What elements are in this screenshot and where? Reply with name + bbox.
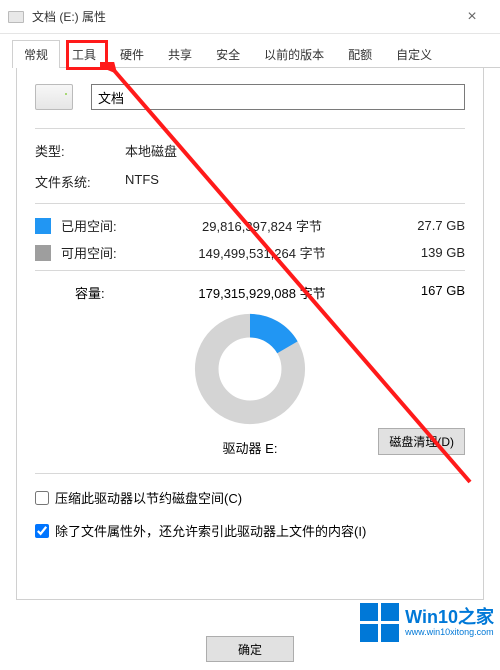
- index-checkbox-row[interactable]: 除了文件属性外，还允许索引此驱动器上文件的内容(I): [35, 521, 465, 540]
- windows-logo-icon: [360, 603, 399, 642]
- compress-label: 压缩此驱动器以节约磁盘空间(C): [55, 488, 242, 507]
- divider: [35, 203, 465, 204]
- type-value: 本地磁盘: [125, 141, 177, 160]
- free-space-size: 139 GB: [393, 245, 465, 260]
- free-space-swatch: [35, 245, 51, 261]
- drive-icon: [8, 11, 24, 23]
- disk-cleanup-button[interactable]: 磁盘清理(D): [378, 428, 465, 455]
- capacity-label: 容量:: [75, 283, 131, 302]
- tab-security[interactable]: 安全: [204, 40, 252, 68]
- filesystem-value: NTFS: [125, 172, 159, 191]
- capacity-size: 167 GB: [393, 283, 465, 302]
- close-icon: ×: [467, 8, 476, 26]
- tab-bar: 常规 工具 硬件 共享 安全 以前的版本 配额 自定义: [0, 34, 500, 68]
- used-space-label: 已用空间:: [61, 216, 131, 235]
- usage-chart-wrap: 驱动器 E: 磁盘清理(D): [35, 310, 465, 457]
- tab-custom[interactable]: 自定义: [384, 40, 444, 68]
- used-space-bytes: 29,816,397,824 字节: [131, 216, 393, 235]
- tab-sharing[interactable]: 共享: [156, 40, 204, 68]
- capacity-bytes: 179,315,929,088 字节: [131, 283, 393, 302]
- divider: [35, 128, 465, 129]
- free-space-label: 可用空间:: [61, 243, 131, 262]
- watermark: Win10之家 www.win10xitong.com: [360, 603, 494, 642]
- type-label: 类型:: [35, 141, 125, 160]
- drive-label: 驱动器 E:: [223, 438, 278, 457]
- tab-tools[interactable]: 工具: [60, 40, 108, 68]
- ok-button[interactable]: 确定: [206, 636, 294, 662]
- compress-checkbox-row[interactable]: 压缩此驱动器以节约磁盘空间(C): [35, 488, 465, 507]
- close-button[interactable]: ×: [452, 3, 492, 31]
- tab-hardware[interactable]: 硬件: [108, 40, 156, 68]
- index-label: 除了文件属性外，还允许索引此驱动器上文件的内容(I): [55, 521, 366, 540]
- divider: [35, 473, 465, 474]
- usage-pie-chart: [191, 310, 309, 428]
- used-space-size: 27.7 GB: [393, 218, 465, 233]
- tab-previous[interactable]: 以前的版本: [252, 40, 336, 68]
- used-space-swatch: [35, 218, 51, 234]
- tab-quota[interactable]: 配额: [336, 40, 384, 68]
- window-title: 文档 (E:) 属性: [32, 8, 452, 25]
- index-checkbox[interactable]: [35, 524, 49, 538]
- title-bar: 文档 (E:) 属性 ×: [0, 0, 500, 34]
- drive-large-icon: [35, 84, 73, 110]
- general-pane: 类型:本地磁盘 文件系统:NTFS 已用空间: 29,816,397,824 字…: [16, 68, 484, 600]
- tab-general[interactable]: 常规: [12, 40, 60, 68]
- compress-checkbox[interactable]: [35, 491, 49, 505]
- filesystem-label: 文件系统:: [35, 172, 125, 191]
- volume-name-input[interactable]: [91, 84, 465, 110]
- free-space-bytes: 149,499,531,264 字节: [131, 243, 393, 262]
- divider: [35, 270, 465, 271]
